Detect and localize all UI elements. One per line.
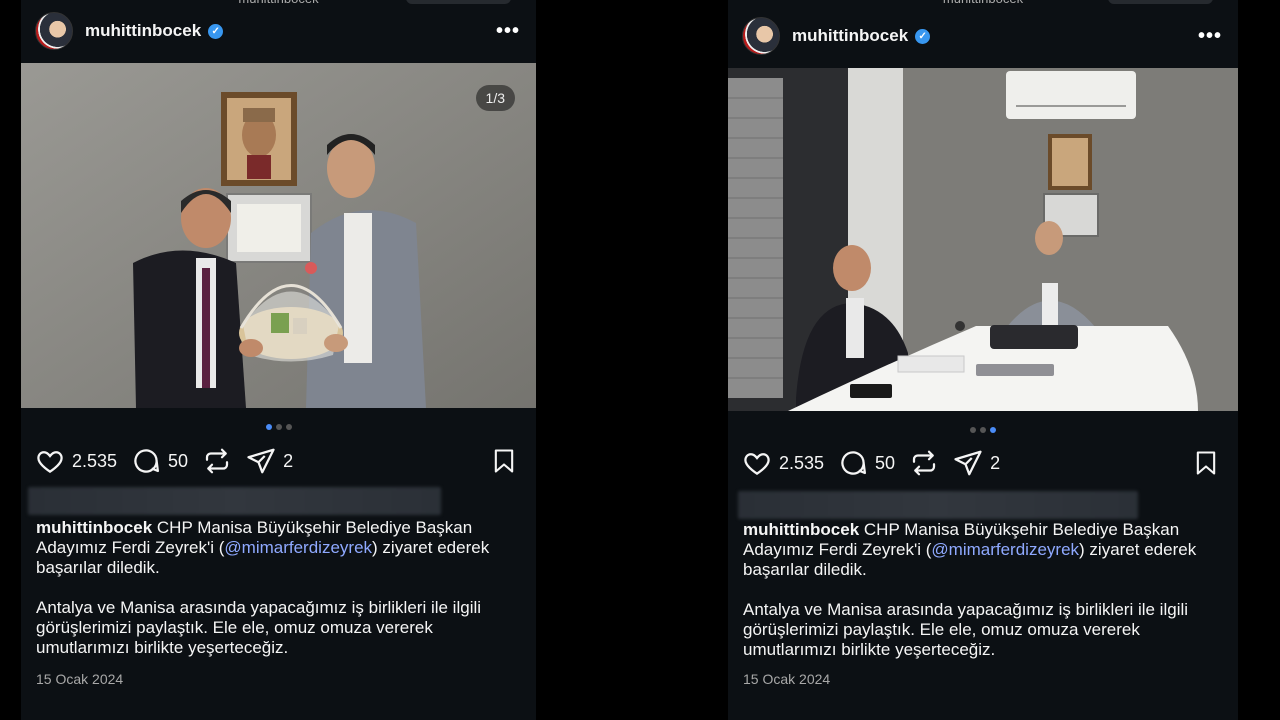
post-date: 15 Ocak 2024 bbox=[36, 671, 124, 687]
post-caption: muhittinbocek CHP Manisa Büyükşehir Bele… bbox=[36, 518, 526, 658]
mention-link[interactable]: @mimarferdizeyrek bbox=[931, 540, 1079, 559]
like-button[interactable]: 2.535 bbox=[742, 448, 824, 478]
heart-icon bbox=[37, 451, 63, 473]
verified-badge-icon: ✓ bbox=[915, 28, 931, 44]
post-header: muhittinbocek ✓ ••• bbox=[728, 11, 1238, 61]
caption-username[interactable]: muhittinbocek bbox=[36, 518, 157, 537]
comment-button[interactable]: 50 bbox=[131, 446, 188, 476]
repost-button[interactable] bbox=[202, 446, 232, 476]
avatar[interactable] bbox=[742, 17, 780, 55]
comment-icon bbox=[841, 451, 867, 475]
comment-button[interactable]: 50 bbox=[838, 448, 895, 478]
carousel-dots bbox=[728, 427, 1238, 433]
username[interactable]: muhittinbocek bbox=[792, 26, 908, 46]
share-button[interactable]: 2 bbox=[953, 448, 1000, 478]
like-count: 2.535 bbox=[72, 450, 118, 471]
post-date: 15 Ocak 2024 bbox=[743, 671, 831, 687]
share-count: 2 bbox=[283, 450, 294, 471]
repost-icon bbox=[205, 448, 229, 474]
carousel-dot bbox=[990, 427, 996, 433]
photo-office-meeting bbox=[728, 68, 1238, 411]
blurred-liked-by bbox=[28, 487, 441, 515]
carousel-dot bbox=[980, 427, 986, 433]
blurred-liked-by bbox=[738, 491, 1138, 519]
comment-icon bbox=[134, 449, 160, 473]
bookmark-icon bbox=[494, 449, 514, 473]
comment-count: 50 bbox=[168, 450, 189, 471]
send-icon bbox=[954, 450, 982, 476]
repost-button[interactable] bbox=[909, 448, 939, 478]
mention-link[interactable]: @mimarferdizeyrek bbox=[224, 538, 372, 557]
save-button[interactable] bbox=[490, 446, 518, 481]
save-button[interactable] bbox=[1192, 448, 1220, 483]
post-header: muhittinbocek ✓ ••• bbox=[21, 6, 536, 56]
instagram-post: muhittinbocek muhittinbocek ✓ ••• bbox=[21, 0, 536, 720]
heart-icon bbox=[744, 453, 770, 475]
more-options-icon[interactable]: ••• bbox=[496, 20, 520, 43]
repost-icon bbox=[912, 450, 936, 476]
verified-badge-icon: ✓ bbox=[208, 23, 224, 39]
carousel-dot bbox=[285, 424, 292, 430]
post-photo[interactable] bbox=[728, 68, 1238, 411]
top-bar-button[interactable] bbox=[1108, 0, 1213, 4]
comment-count: 50 bbox=[875, 452, 896, 473]
action-bar: 2.535 50 2 bbox=[35, 445, 522, 477]
carousel-dot bbox=[275, 424, 282, 430]
share-button[interactable]: 2 bbox=[246, 446, 293, 476]
more-options-icon[interactable]: ••• bbox=[1198, 25, 1222, 48]
avatar[interactable] bbox=[35, 12, 73, 50]
carousel-dots bbox=[21, 424, 536, 430]
carousel-dot bbox=[265, 424, 272, 430]
top-bar-button[interactable] bbox=[406, 0, 511, 4]
action-bar: 2.535 50 2 bbox=[742, 447, 1224, 479]
carousel-dot bbox=[970, 427, 976, 433]
like-count: 2.535 bbox=[779, 452, 825, 473]
carousel-counter: 1/3 bbox=[475, 85, 515, 111]
photo-handshake-gift-basket bbox=[21, 63, 536, 408]
send-icon bbox=[247, 448, 275, 474]
username[interactable]: muhittinbocek bbox=[85, 21, 201, 41]
post-caption: muhittinbocek CHP Manisa Büyükşehir Bele… bbox=[743, 520, 1228, 660]
caption-username[interactable]: muhittinbocek bbox=[743, 520, 864, 539]
post-photo[interactable]: 1/3 bbox=[21, 63, 536, 408]
share-count: 2 bbox=[990, 452, 1001, 473]
bookmark-icon bbox=[1196, 451, 1216, 475]
like-button[interactable]: 2.535 bbox=[35, 446, 117, 476]
instagram-post: muhittinbocek muhittinbocek ✓ ••• bbox=[728, 0, 1238, 720]
caption-paragraph: Antalya ve Manisa arasında yapacağımız i… bbox=[743, 600, 1189, 659]
caption-paragraph: Antalya ve Manisa arasında yapacağımız i… bbox=[36, 598, 482, 657]
